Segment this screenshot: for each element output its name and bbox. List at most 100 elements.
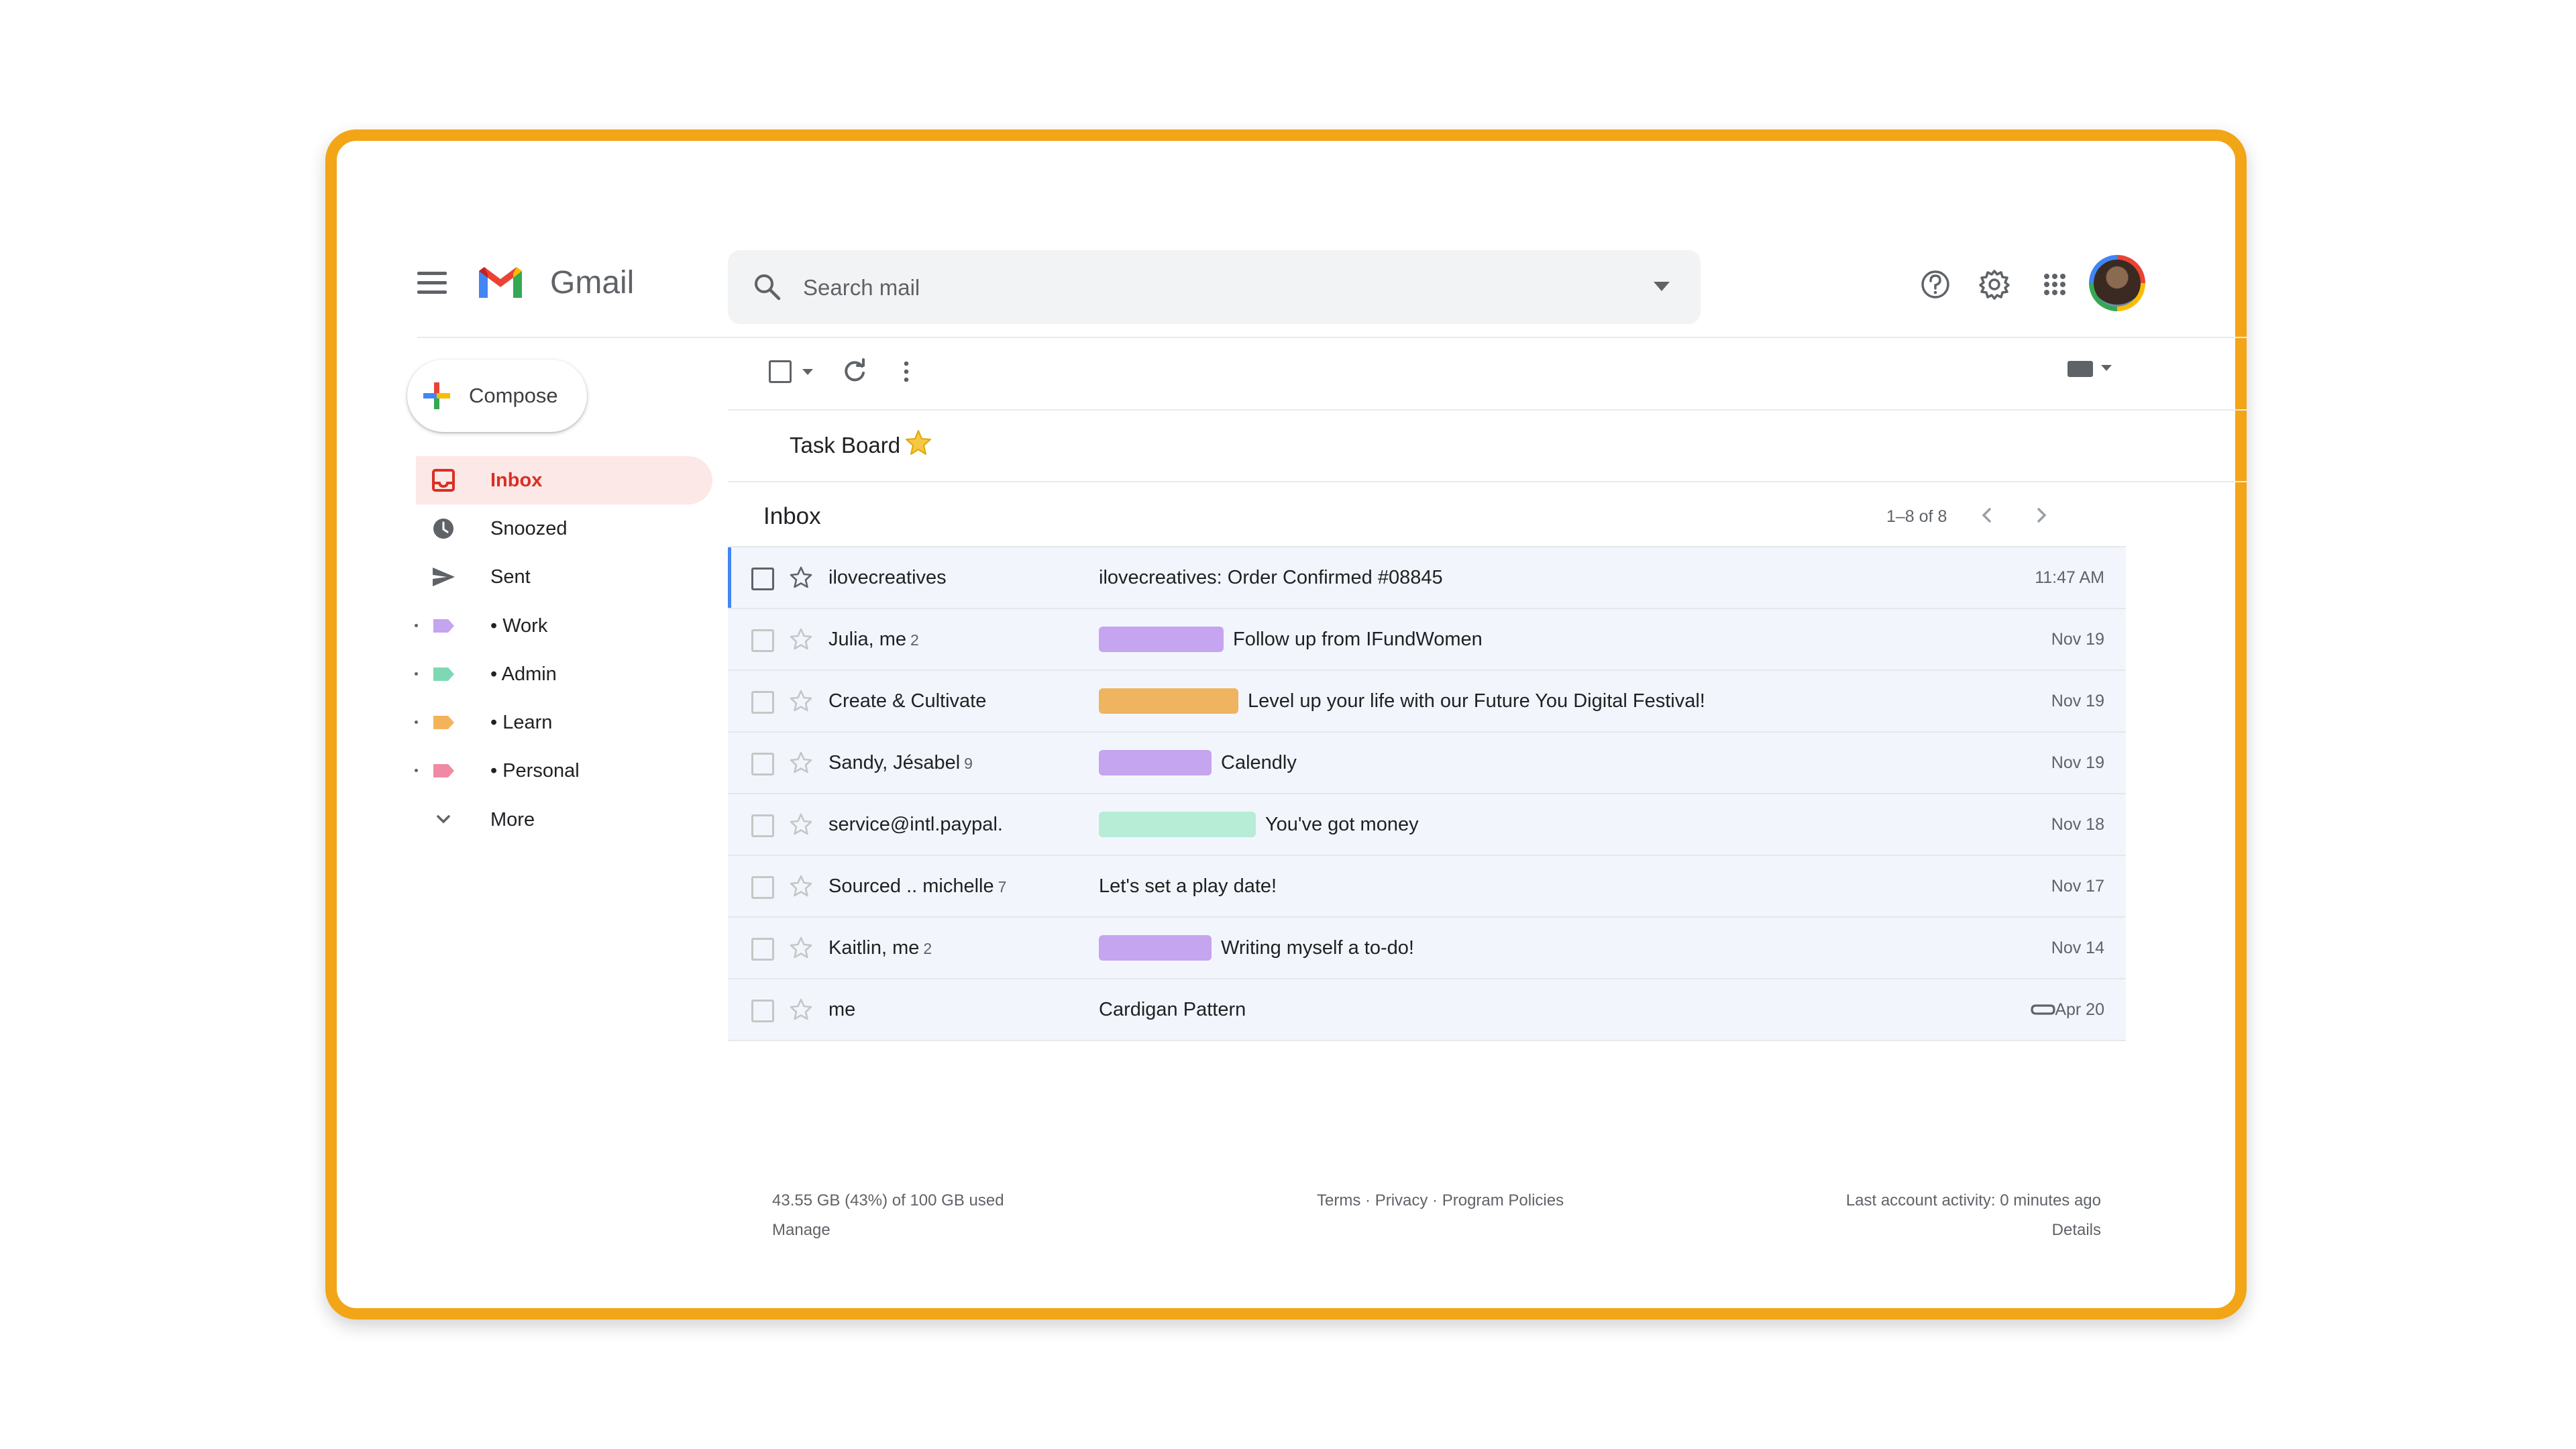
chevron-left-icon[interactable] <box>1974 502 2000 529</box>
email-row[interactable]: Julia, me 2 Follow up from IFundWomen Nov 1… <box>728 608 2126 669</box>
subject-text: Calendly <box>1221 752 1297 773</box>
email-row[interactable]: service@intl.paypal. You've got money Nov … <box>728 793 2126 855</box>
search-options-icon[interactable] <box>1654 282 1670 291</box>
email-row[interactable]: Create & Cultivate Level up your life wit… <box>728 669 2126 731</box>
task-board-title[interactable]: Task Board <box>790 431 900 460</box>
email-row[interactable]: ilovecreatives ilovecreatives: Order Conf… <box>728 546 2126 608</box>
plus-icon <box>423 382 450 409</box>
email-subject: Level up your life with our Future You D… <box>1099 688 1705 714</box>
row-checkbox[interactable] <box>751 568 774 590</box>
email-row[interactable]: Sandy, Jésabel 9 Calendly Nov 19 <box>728 731 2126 793</box>
sidebar-item-admin[interactable]: • Admin <box>337 650 712 698</box>
label-chip[interactable] <box>1099 812 1256 837</box>
label-chip[interactable] <box>1099 688 1238 714</box>
email-sender: Kaitlin, me 2 <box>828 935 932 961</box>
separator: · <box>1365 1191 1371 1210</box>
chevron-right-icon[interactable] <box>2028 502 2055 529</box>
email-date: Nov 17 <box>2051 877 2104 896</box>
select-options-icon[interactable] <box>802 369 813 375</box>
sidebar-item-personal[interactable]: • Personal <box>337 747 712 795</box>
inbox-section-title: Inbox <box>763 503 821 529</box>
program-policies-link[interactable]: Program Policies <box>1442 1191 1564 1210</box>
label-chip[interactable] <box>1099 750 1212 775</box>
label-icon <box>433 716 454 729</box>
email-date: Nov 14 <box>2051 938 2104 957</box>
sidebar-item-work[interactable]: • Work <box>337 602 712 650</box>
attachment-icon <box>2031 1004 2055 1015</box>
row-checkbox[interactable] <box>751 1000 774 1022</box>
avatar-photo <box>2094 260 2141 307</box>
refresh-icon[interactable] <box>840 357 869 386</box>
search-bar[interactable]: Search mail <box>728 250 1701 324</box>
row-checkbox[interactable] <box>751 814 774 837</box>
sender-name: Kaitlin, me <box>828 937 920 959</box>
last-activity: Last account activity: 0 minutes ago <box>1845 1191 2101 1210</box>
email-row[interactable]: Sourced .. michelle 7 Let's set a play dat… <box>728 855 2126 916</box>
email-sender: Sourced .. michelle 7 <box>828 873 1006 900</box>
row-checkbox[interactable] <box>751 691 774 714</box>
star-icon[interactable] <box>788 873 814 899</box>
sidebar-item-more[interactable]: More <box>337 796 712 844</box>
separator: · <box>1432 1191 1438 1210</box>
compose-button[interactable]: Compose <box>407 360 587 432</box>
search-input[interactable]: Search mail <box>803 274 920 301</box>
privacy-link[interactable]: Privacy <box>1375 1191 1428 1210</box>
help-icon[interactable] <box>1917 266 1954 303</box>
account-avatar[interactable] <box>2089 255 2145 311</box>
label-icon <box>433 667 454 681</box>
subject-text: Writing myself a to-do! <box>1221 937 1414 959</box>
input-tools-caret-icon[interactable] <box>2101 365 2112 371</box>
email-subject: Let's set a play date! <box>1099 873 1277 899</box>
row-checkbox[interactable] <box>751 938 774 961</box>
details-link[interactable]: Details <box>2052 1220 2101 1241</box>
row-checkbox[interactable] <box>751 629 774 652</box>
toolbar-divider <box>728 409 2251 411</box>
clock-icon <box>433 519 453 539</box>
manage-storage-link[interactable]: Manage <box>772 1220 830 1241</box>
star-icon[interactable] <box>788 750 814 775</box>
thread-count: 7 <box>998 878 1007 896</box>
star-icon[interactable] <box>788 565 814 590</box>
star-icon[interactable] <box>788 812 814 837</box>
expand-dot <box>415 624 418 627</box>
expand-dot <box>415 672 418 676</box>
select-all-checkbox[interactable] <box>769 360 792 383</box>
email-subject: Follow up from IFundWomen <box>1099 627 1483 652</box>
sidebar-item-learn[interactable]: • Learn <box>337 698 712 747</box>
search-icon[interactable] <box>752 272 783 303</box>
keyboard-icon[interactable] <box>2068 361 2093 377</box>
email-date: Nov 18 <box>2051 815 2104 834</box>
sidebar-item-inbox[interactable]: Inbox <box>337 456 712 504</box>
star-icon[interactable] <box>788 627 814 652</box>
sidebar-item-label: Snoozed <box>490 518 568 539</box>
star-icon[interactable] <box>788 935 814 961</box>
inbox-icon <box>432 469 455 492</box>
settings-gear-icon[interactable] <box>1976 266 2013 303</box>
subject-text: Follow up from IFundWomen <box>1233 629 1483 650</box>
row-checkbox[interactable] <box>751 753 774 775</box>
apps-grid-icon[interactable] <box>2036 266 2074 303</box>
email-row[interactable]: Kaitlin, me 2 Writing myself a to-do! Nov 1… <box>728 916 2126 978</box>
sidebar-item-label: Sent <box>490 566 531 588</box>
row-checkbox[interactable] <box>751 876 774 899</box>
star-icon[interactable] <box>788 688 814 714</box>
star-icon[interactable] <box>788 997 814 1022</box>
gmail-app: Gmail Search mail Compose Inbox Snoozed … <box>337 141 2251 1308</box>
label-chip[interactable] <box>1099 935 1212 961</box>
gmail-logo-icon <box>479 267 522 298</box>
email-subject: ilovecreatives: Order Confirmed #08845 <box>1099 565 1443 590</box>
main-menu-button[interactable] <box>417 272 447 294</box>
sidebar-item-sent[interactable]: Sent <box>337 553 712 601</box>
storage-usage: 43.55 GB (43%) of 100 GB used <box>772 1191 1004 1210</box>
sender-name: Sandy, Jésabel <box>828 752 961 773</box>
email-row[interactable]: me Cardigan Pattern Apr 20 <box>728 978 2126 1041</box>
pagination-count: 1–8 of 8 <box>1886 507 1947 526</box>
send-icon <box>433 568 455 586</box>
email-sender: service@intl.paypal. <box>828 812 1003 837</box>
email-subject: You've got money <box>1099 812 1419 837</box>
sidebar-item-label: • Learn <box>490 712 553 733</box>
terms-link[interactable]: Terms <box>1317 1191 1360 1210</box>
more-options-icon[interactable] <box>900 357 913 386</box>
sidebar-item-snoozed[interactable]: Snoozed <box>337 504 712 553</box>
label-chip[interactable] <box>1099 627 1224 652</box>
